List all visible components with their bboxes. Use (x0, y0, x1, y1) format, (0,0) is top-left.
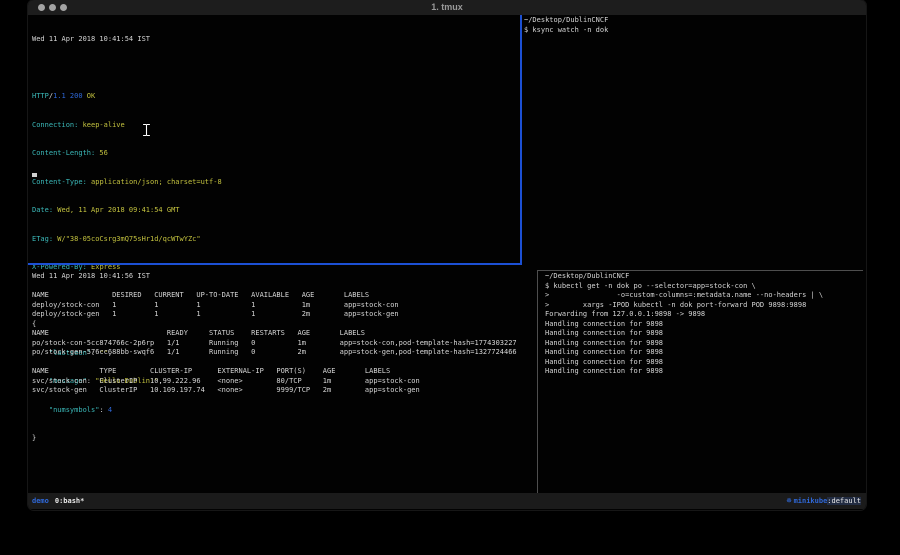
json-sep: : (99, 406, 107, 414)
mouse-ibeam-cursor (142, 123, 151, 137)
window-tab-bash[interactable]: 0:bash* (55, 497, 85, 505)
pane-ksync[interactable]: ~/Desktop/DublinCNCF $ ksync watch -n do… (524, 16, 608, 35)
terminal-window: 1. tmux Wed 11 Apr 2018 10:41:54 IST HTT… (28, 0, 866, 510)
kubernetes-helm-icon: ☸ (787, 496, 792, 505)
http-reason: OK (83, 92, 96, 100)
window-title: 1. tmux (28, 0, 866, 15)
window-titlebar[interactable]: 1. tmux (28, 0, 866, 16)
header-key: Connection: (32, 121, 78, 129)
status-right: ☸minikube:default (787, 493, 861, 509)
http-header-content-type: Content-Type: application/json; charset=… (32, 178, 222, 188)
http-header-date: Date: Wed, 11 Apr 2018 09:41:54 GMT (32, 206, 222, 216)
header-key: Content-Type: (32, 178, 87, 186)
pane-port-forward[interactable]: ~/Desktop/DublinCNCF $ kubectl get -n do… (545, 272, 823, 377)
pane-divider-horizontal[interactable] (538, 270, 863, 271)
tmux-status-bar: demo 0:bash* ☸minikube:default (28, 493, 866, 509)
http-header-content-length: Content-Length: 56 (32, 149, 222, 159)
json-key: "numsymbols" (32, 406, 99, 414)
session-name: demo (32, 497, 49, 505)
terminal-cursor (32, 173, 37, 177)
json-close-brace: } (32, 434, 222, 444)
kube-context: minikube (794, 497, 828, 505)
pane-kubectl-get[interactable]: Wed 11 Apr 2018 10:41:56 IST NAME DESIRE… (32, 272, 517, 396)
header-value: application/json; charset=utf-8 (87, 178, 222, 186)
http-status-line: HTTP/1.1 200 OK (32, 92, 222, 102)
header-value: Wed, 11 Apr 2018 09:41:54 GMT (53, 206, 179, 214)
json-value: 4 (108, 406, 112, 414)
pane-http-response[interactable]: Wed 11 Apr 2018 10:41:54 IST HTTP/1.1 20… (32, 16, 222, 463)
header-value: keep-alive (78, 121, 124, 129)
header-value: W/"38-05coCsrg3mQ75sHr1d/qcWTwYZc" (53, 235, 201, 243)
active-pane-divider-vertical[interactable] (520, 15, 522, 264)
pane-divider-vertical[interactable] (537, 270, 538, 494)
http-version-code: 1.1 200 (53, 92, 83, 100)
http-proto: HTTP (32, 92, 49, 100)
response-timestamp: Wed 11 Apr 2018 10:41:54 IST (32, 35, 222, 45)
header-key: Date: (32, 206, 53, 214)
header-key: Content-Length: (32, 149, 95, 157)
http-header-etag: ETag: W/"38-05coCsrg3mQ75sHr1d/qcWTwYZc" (32, 235, 222, 245)
terminal-content: Wed 11 Apr 2018 10:41:54 IST HTTP/1.1 20… (28, 15, 866, 510)
header-key: ETag: (32, 235, 53, 243)
header-value: 56 (95, 149, 108, 157)
status-left: demo 0:bash* (32, 493, 84, 509)
json-field-numsymbols: "numsymbols": 4 (32, 406, 222, 416)
blank-line (32, 64, 222, 74)
http-header-connection: Connection: keep-alive (32, 121, 222, 131)
kube-namespace: :default (827, 497, 861, 505)
active-pane-divider-horizontal[interactable] (28, 263, 522, 265)
screen: { "window": { "title": "1. tmux" }, "col… (0, 0, 900, 555)
